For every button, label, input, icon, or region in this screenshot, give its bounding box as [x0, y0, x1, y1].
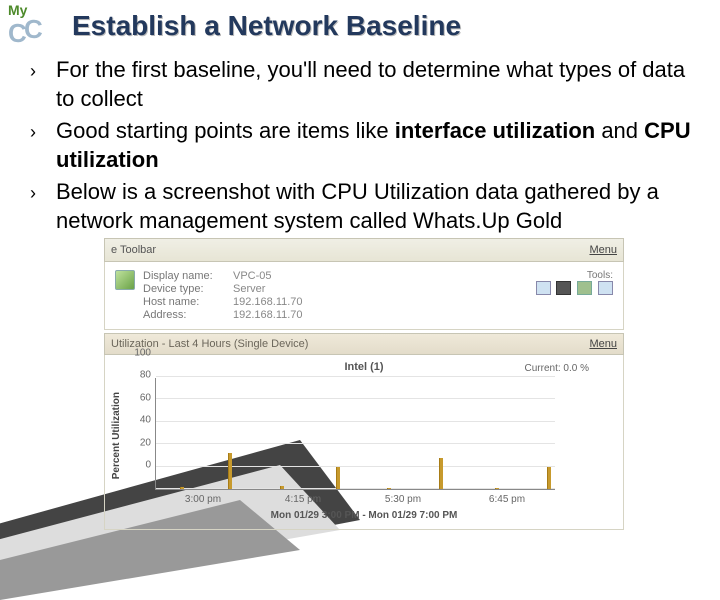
tool-icon[interactable]: [577, 281, 592, 295]
bullet-icon: ›: [30, 117, 56, 174]
plot-area: [155, 378, 555, 490]
device-properties: Display name:VPC-05 Device type:Server H…: [143, 270, 303, 321]
value: 192.168.11.70: [233, 296, 303, 308]
bullet-text: For the first baseline, you'll need to d…: [56, 56, 708, 113]
bullet-icon: ›: [30, 56, 56, 113]
chart-container: Intel (1) Current: 0.0 % Percent Utiliza…: [104, 355, 624, 530]
chart: Percent Utilization 020406080100 3:00 pm…: [155, 378, 555, 508]
bullet-icon: ›: [30, 178, 56, 235]
tools-area: Tools:: [533, 270, 613, 321]
menu-link[interactable]: Menu: [589, 338, 617, 350]
device-icon: [115, 270, 135, 290]
menu-link[interactable]: Menu: [589, 244, 617, 256]
label: Host name:: [143, 296, 233, 308]
device-panel: Display name:VPC-05 Device type:Server H…: [104, 262, 624, 330]
tool-icon[interactable]: [598, 281, 613, 295]
label: Address:: [143, 309, 233, 321]
embedded-screenshot: e Toolbar Menu Display name:VPC-05 Devic…: [104, 238, 624, 530]
value: 192.168.11.70: [233, 309, 303, 321]
chart-subtitle: Mon 01/29 3:00 PM - Mon 01/29 7:00 PM: [111, 510, 617, 521]
label: Device type:: [143, 283, 233, 295]
tool-icon[interactable]: [556, 281, 571, 295]
bullet-item: › For the first baseline, you'll need to…: [30, 56, 708, 113]
slide-title: Establish a Network Baseline: [72, 10, 461, 42]
y-axis: 020406080100: [121, 378, 151, 490]
bullet-item: › Below is a screenshot with CPU Utiliza…: [30, 178, 708, 235]
bullet-item: › Good starting points are items like in…: [30, 117, 708, 174]
x-axis: 3:00 pm4:15 pm5:30 pm6:45 pm: [155, 494, 555, 508]
tool-icon[interactable]: [536, 281, 551, 295]
toolbar-label: e Toolbar: [111, 244, 156, 256]
value: Server: [233, 283, 303, 295]
bullet-list: › For the first baseline, you'll need to…: [30, 56, 708, 240]
tools-label: Tools:: [533, 270, 613, 281]
label: Display name:: [143, 270, 233, 282]
bullet-text: Below is a screenshot with CPU Utilizati…: [56, 178, 708, 235]
value: VPC-05: [233, 270, 303, 282]
toolbar: e Toolbar Menu: [104, 238, 624, 262]
bullet-text: Good starting points are items like inte…: [56, 117, 708, 174]
logo-c-right: C: [24, 14, 42, 45]
utilization-bar: Utilization - Last 4 Hours (Single Devic…: [104, 333, 624, 355]
